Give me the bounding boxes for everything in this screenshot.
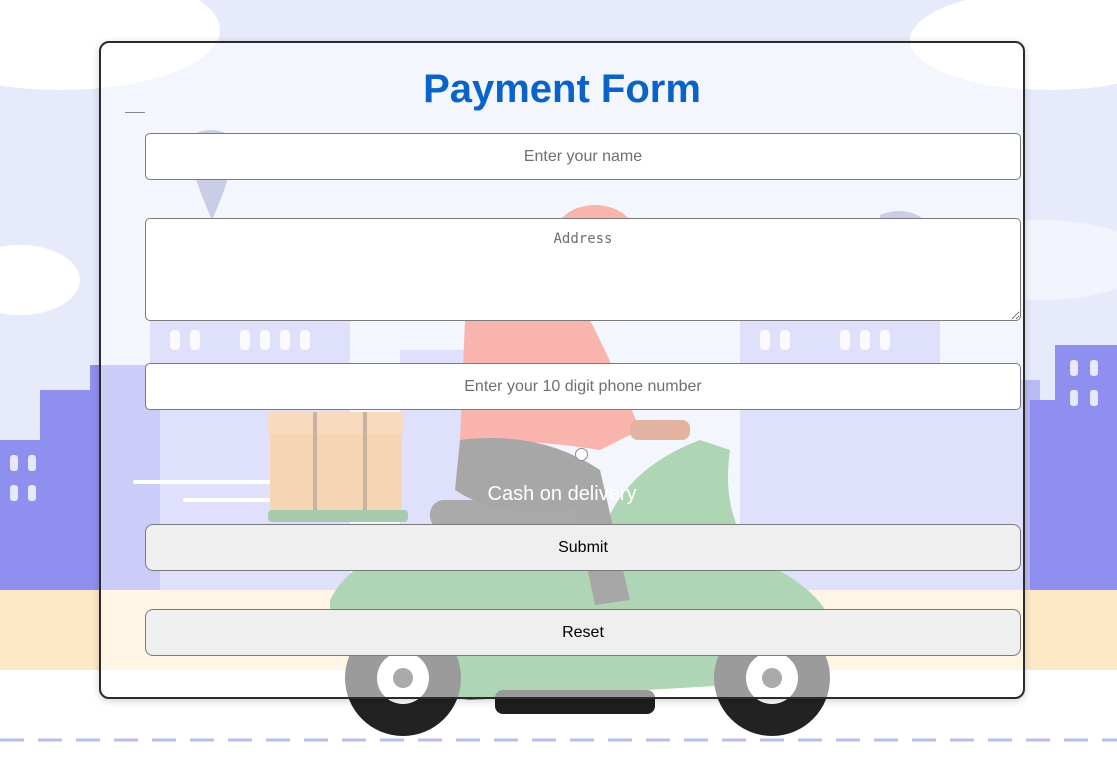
name-input[interactable] bbox=[145, 133, 1021, 180]
page-title: Payment Form bbox=[423, 67, 701, 111]
address-textarea[interactable] bbox=[145, 218, 1021, 321]
reset-button[interactable]: Reset bbox=[145, 609, 1021, 656]
divider bbox=[125, 112, 145, 113]
payment-form-card: Payment Form Cash on delivery Submit Res… bbox=[99, 41, 1025, 699]
phone-input[interactable] bbox=[145, 363, 1021, 410]
cash-on-delivery-label: Cash on delivery bbox=[487, 483, 637, 505]
submit-button[interactable]: Submit bbox=[145, 524, 1021, 571]
cash-on-delivery-radio[interactable] bbox=[575, 448, 588, 461]
